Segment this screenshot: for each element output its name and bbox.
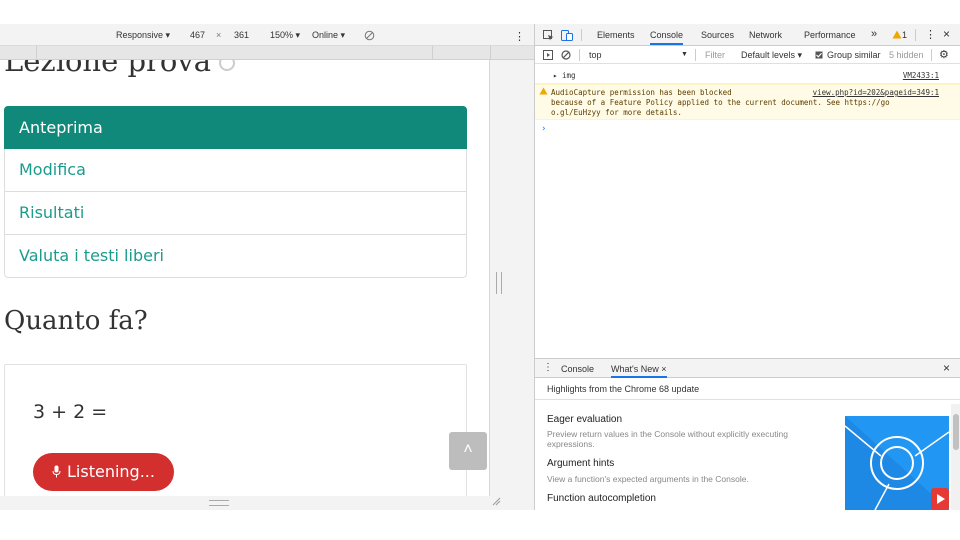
whats-new-scroll-thumb[interactable] [953,414,959,450]
lesson-title-text: Lezione prova [4,60,212,78]
group-similar-label: Group similar [827,50,881,60]
tab-sources[interactable]: Sources [701,30,734,40]
drawer-menu-icon[interactable]: ⋮ [543,362,553,373]
viewport-width-input[interactable]: 467 [190,30,205,40]
microphone-icon [52,454,61,492]
media-query-ruler [0,46,534,60]
resize-corner-icon[interactable] [491,496,503,508]
devtools-tabbar: Elements Console Sources Network Perform… [535,24,960,46]
devtools-menu-icon[interactable]: ⋮ [925,28,936,41]
drawer-close-icon[interactable]: × [943,361,950,375]
zoom-select[interactable]: 150% ▾ [270,30,300,41]
hidden-count: 5 hidden [889,50,924,60]
tab-performance[interactable]: Performance [804,30,856,40]
console-prompt[interactable]: › [541,124,546,134]
tab-console[interactable]: Console [650,30,684,45]
console-warning: AudioCapture permission has been blocked… [535,84,960,120]
whats-new-subtitle: Highlights from the Chrome 68 update [535,378,960,400]
tab-elements[interactable]: Elements [597,30,635,40]
clear-console-icon[interactable] [561,50,571,62]
console-message-img[interactable]: ▸ img VM2433:1 [535,64,960,84]
console-settings-icon[interactable]: ⚙ [939,48,949,61]
whats-new-subtitle-text: Highlights from the Chrome 68 update [547,384,700,394]
resize-handle-right[interactable] [496,272,502,294]
device-toggle-icon[interactable] [561,30,573,43]
viewport-height-input[interactable]: 361 [234,30,249,40]
whats-new-item-title[interactable]: Eager evaluation [547,414,622,425]
tab-network[interactable]: Network [749,30,782,40]
menu-item-grade-essays[interactable]: Valuta i testi liberi [4,235,467,278]
device-toolbar: Responsive ▾ 467 × 361 150% ▾ Online ▾ ⋮ [0,24,534,46]
menu-item-results[interactable]: Risultati [4,192,467,235]
dimension-separator: × [216,30,222,40]
scroll-to-top-button[interactable]: ˄ [449,432,487,470]
lesson-menu: Anteprima Modifica Risultati Valuta i te… [4,106,467,278]
drawer-tab-console[interactable]: Console [561,364,594,374]
question-card: 3 + 2 = Listening... [4,364,467,496]
log-img-source-link[interactable]: VM2433:1 [903,71,939,80]
context-select[interactable]: top [589,50,602,60]
whats-new-item-title[interactable]: Function autocompletion [547,493,656,504]
device-toolbar-more-icon[interactable]: ⋮ [514,30,525,43]
log-img-text[interactable]: ▸ img [553,71,576,80]
page-content: Lezione prova Anteprima Modifica Risulta… [0,60,490,496]
emulated-viewport: Lezione prova Anteprima Modifica Risulta… [0,60,534,510]
browser-frame: Responsive ▾ 467 × 361 150% ▾ Online ▾ ⋮… [0,0,960,540]
drawer-tab-whats-new[interactable]: What's New × [611,364,667,378]
resize-handle-bottom[interactable] [209,500,229,506]
warning-source-link[interactable]: view.php?id=202&pageid=349:1 [813,88,939,97]
warning-line-2: because of a Feature Policy applied to t… [551,98,890,107]
whats-new-video-thumbnail[interactable] [845,416,949,510]
devtools-panel: Elements Console Sources Network Perform… [534,24,960,510]
menu-item-preview[interactable]: Anteprima [4,106,467,149]
warning-line-3: o.gl/EuHzyy for more details. [551,108,682,117]
filter-input[interactable]: Filter [705,50,725,60]
warning-icon [539,87,548,97]
help-icon[interactable] [219,60,236,71]
whats-new-item-title[interactable]: Argument hints [547,458,614,469]
log-levels-select[interactable]: Default levels ▾ [741,50,802,61]
rotate-icon[interactable] [364,30,375,43]
listening-label: Listening... [67,462,155,481]
device-mode-select[interactable]: Responsive ▾ [116,30,170,41]
warning-counter[interactable]: 1 [892,30,907,40]
drawer-tabbar: ⋮ Console What's New × × [535,358,960,378]
lesson-title: Lezione prova [4,60,236,78]
question-heading: Quanto fa? [4,306,148,336]
console-filterbar: top ▼ Filter Default levels ▾ Group simi… [535,46,960,64]
devtools-close-icon[interactable]: × [943,27,950,41]
network-throttle-select[interactable]: Online ▾ [312,30,345,41]
menu-item-edit[interactable]: Modifica [4,149,467,192]
sidebar-toggle-icon[interactable] [543,50,553,62]
inspect-element-icon[interactable] [543,30,554,43]
context-dropdown-icon[interactable]: ▼ [681,51,688,58]
warning-count: 1 [902,30,908,40]
console-messages: ▸ img VM2433:1 AudioCapture permission h… [535,64,960,364]
listening-button[interactable]: Listening... [33,453,174,491]
whats-new-item-desc: View a function's expected arguments in … [547,474,749,484]
whats-new-item-desc: Preview return values in the Console wit… [547,429,788,449]
question-text: 3 + 2 = [33,401,108,423]
warning-line-1: AudioCapture permission has been blocked [551,88,732,97]
more-tabs-icon[interactable]: » [871,28,877,40]
group-similar-checkbox[interactable] [815,50,823,60]
